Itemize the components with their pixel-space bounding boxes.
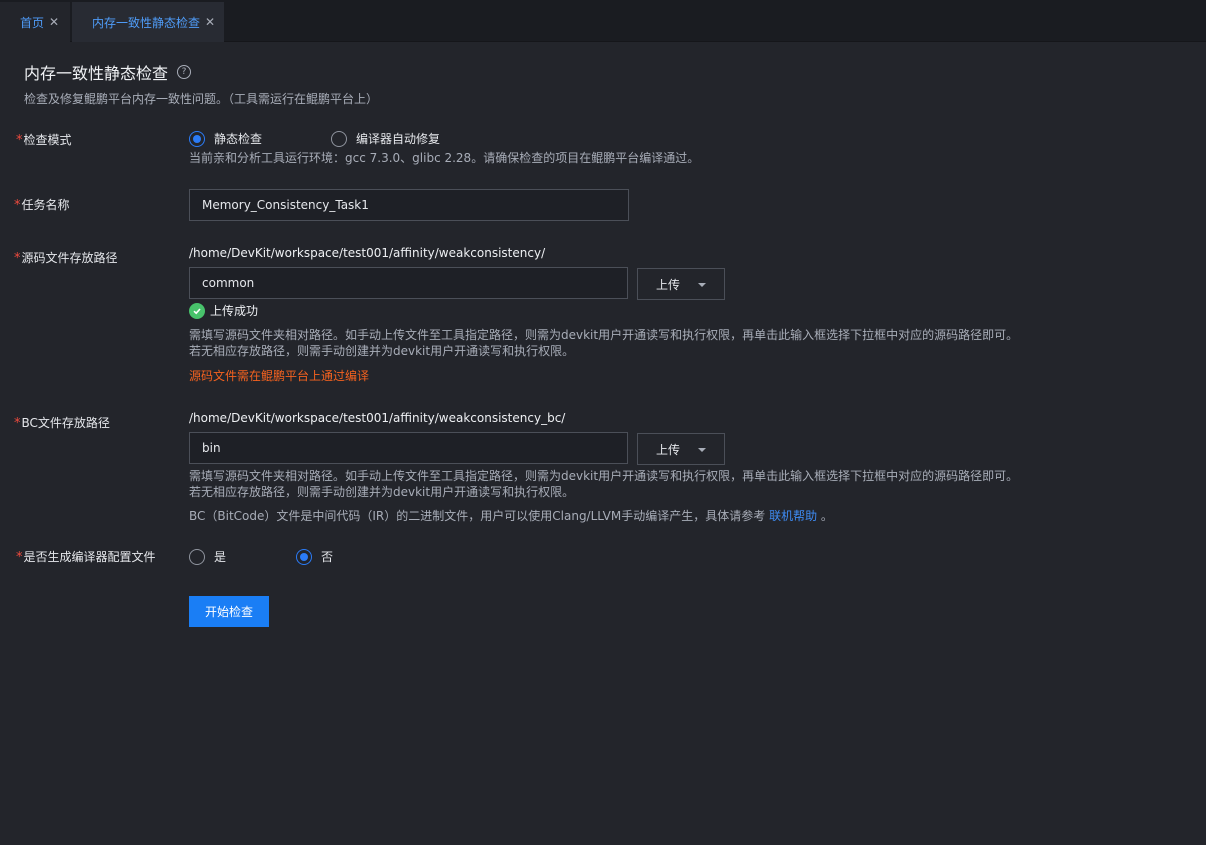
source-hint-line2: 若无相应存放路径，则需手动创建并为devkit用户开通读写和执行权限。 [189, 344, 575, 358]
bc-hint-line2: 若无相应存放路径，则需手动创建并为devkit用户开通读写和执行权限。 [189, 485, 575, 499]
source-upload-dropdown[interactable]: 上传 [637, 268, 725, 300]
page-title-text: 内存一致性静态检查 [24, 64, 169, 83]
check-circle-icon [189, 302, 205, 319]
close-icon[interactable]: ✕ [49, 15, 59, 29]
source-path-label: *源码文件存放路径 [14, 251, 118, 266]
required-mark: * [16, 133, 23, 148]
radio-static-check[interactable]: 静态检查 [189, 130, 262, 147]
required-mark: * [14, 416, 21, 431]
upload-success-status: 上传成功 [189, 302, 258, 319]
task-name-label: *任务名称 [14, 198, 70, 213]
source-hint-line1: 需填写源码文件夹相对路径。如手动上传文件至工具指定路径，则需为devkit用户开… [189, 328, 1019, 342]
bc-base-path: /home/DevKit/workspace/test001/affinity/… [189, 411, 566, 425]
gen-config-radio-group: 是 否 [189, 548, 333, 565]
required-mark: * [14, 198, 21, 213]
radio-checked-icon [189, 130, 205, 147]
task-name-input[interactable] [189, 189, 629, 221]
chevron-down-icon [698, 283, 706, 287]
chevron-down-icon [698, 448, 706, 452]
gen-config-label: *是否生成编译器配置文件 [16, 550, 156, 565]
radio-unchecked-icon [189, 548, 205, 565]
radio-compiler-auto-fix[interactable]: 编译器自动修复 [331, 130, 440, 147]
radio-checked-icon [296, 548, 313, 565]
tab-memory-consistency[interactable]: 内存一致性静态检查 ✕ [72, 2, 224, 42]
env-hint: 当前亲和分析工具运行环境：gcc 7.3.0、glibc 2.28。请确保检查的… [189, 151, 700, 165]
check-mode-label: *检查模式 [16, 133, 72, 148]
tab-home[interactable]: 首页 ✕ [0, 2, 70, 42]
page-title: 内存一致性静态检查 ? [24, 60, 192, 84]
tab-bar: 首页 ✕ 内存一致性静态检查 ✕ [0, 0, 1206, 42]
radio-gen-config-yes[interactable]: 是 [189, 548, 226, 565]
source-path-input[interactable] [189, 267, 628, 299]
help-icon[interactable]: ? [177, 65, 192, 79]
required-mark: * [16, 550, 23, 565]
bc-path-label: *BC文件存放路径 [14, 416, 110, 431]
source-base-path: /home/DevKit/workspace/test001/affinity/… [189, 246, 546, 260]
online-help-link[interactable]: 联机帮助 [769, 509, 817, 523]
required-mark: * [14, 251, 21, 266]
bc-path-input[interactable] [189, 432, 628, 464]
page-subtitle: 检查及修复鲲鹏平台内存一致性问题。（工具需运行在鲲鹏平台上） [24, 92, 379, 106]
source-compile-warning: 源码文件需在鲲鹏平台上通过编译 [189, 369, 370, 383]
start-check-button[interactable]: 开始检查 [189, 596, 269, 627]
tab-memory-consistency-label: 内存一致性静态检查 [92, 15, 201, 30]
bc-bitcode-hint: BC（BitCode）文件是中间代码（IR）的二进制文件，用户可以使用Clang… [189, 509, 833, 523]
radio-unchecked-icon [331, 130, 348, 147]
bc-upload-dropdown[interactable]: 上传 [637, 433, 725, 465]
tab-home-label: 首页 [20, 15, 45, 30]
check-mode-radio-group: 静态检查 编译器自动修复 [189, 130, 440, 147]
close-icon[interactable]: ✕ [205, 15, 215, 29]
radio-gen-config-no[interactable]: 否 [296, 548, 333, 565]
bc-hint-line1: 需填写源码文件夹相对路径。如手动上传文件至工具指定路径，则需为devkit用户开… [189, 469, 1019, 483]
